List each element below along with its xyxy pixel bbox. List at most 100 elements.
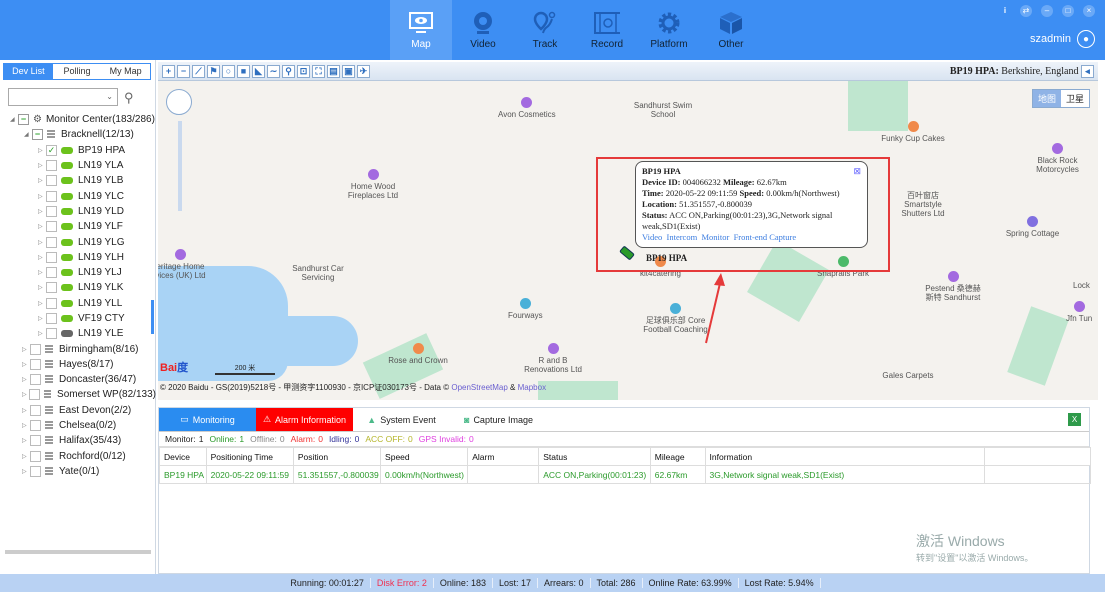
column-header[interactable]: Status (538, 447, 651, 466)
checkbox[interactable] (46, 251, 57, 263)
tree-node[interactable]: ▷ Yate(0/1) (0, 464, 156, 479)
fullscreen-icon[interactable]: ⛶ (312, 64, 325, 78)
column-header[interactable]: Speed (380, 447, 469, 466)
expand-arrow-icon[interactable]: ▷ (38, 147, 46, 154)
device-search-select[interactable]: ⌄ (8, 88, 118, 106)
checkbox[interactable] (29, 389, 40, 401)
checkbox[interactable] (30, 374, 41, 386)
checkbox[interactable] (46, 297, 57, 309)
nav-platform[interactable]: Platform (638, 0, 700, 60)
checkbox[interactable] (30, 435, 41, 447)
tree-node[interactable]: ▷ Halifax(35/43) (0, 433, 156, 448)
expand-arrow-icon[interactable]: ▷ (38, 162, 46, 169)
nav-video[interactable]: Video (452, 0, 514, 60)
tree-node[interactable]: ▷ LN19 YLB (0, 173, 156, 188)
intercom-link[interactable]: Intercom (667, 232, 698, 242)
expand-arrow-icon[interactable]: ◢ (10, 116, 18, 123)
checkbox[interactable]: − (18, 114, 29, 126)
column-header[interactable]: Position (292, 447, 382, 466)
checkbox[interactable] (46, 267, 57, 279)
tree-node[interactable]: ▷ Doncaster(36/47) (0, 372, 156, 387)
tree-node[interactable]: ▷ LN19 YLC (0, 188, 156, 203)
tree-node[interactable]: ◢ − ⚙ Monitor Center(183/286) (0, 112, 156, 127)
nav-track[interactable]: Track (514, 0, 576, 60)
nav-map[interactable]: Map (390, 0, 452, 60)
expand-arrow-icon[interactable]: ▷ (38, 330, 46, 337)
tree-node[interactable]: ▷ LN19 YLF (0, 219, 156, 234)
expand-arrow-icon[interactable]: ▷ (22, 361, 30, 368)
expand-arrow-icon[interactable]: ▷ (38, 208, 46, 215)
polygon-icon[interactable]: ◣ (252, 64, 265, 78)
expand-arrow-icon[interactable]: ▷ (22, 437, 30, 444)
capture-link[interactable]: Front-end Capture (734, 232, 797, 242)
expand-arrow-icon[interactable]: ▷ (38, 193, 46, 200)
checkbox[interactable] (46, 236, 57, 248)
checkbox[interactable] (46, 221, 57, 233)
tree-node[interactable]: ▷ Hayes(8/17) (0, 357, 156, 372)
expand-arrow-icon[interactable]: ▷ (38, 177, 46, 184)
tree-node[interactable]: ▷ LN19 YLD (0, 204, 156, 219)
expand-arrow-icon[interactable]: ▷ (38, 254, 46, 261)
avatar-icon[interactable]: ● (1077, 30, 1095, 48)
flag-icon[interactable]: ⚑ (207, 64, 220, 78)
expand-arrow-icon[interactable]: ▷ (22, 468, 30, 475)
checkbox[interactable] (46, 205, 57, 217)
close-icon[interactable]: ⊠ (853, 166, 861, 177)
nav-other[interactable]: Other (700, 0, 762, 60)
checkbox[interactable] (46, 190, 57, 202)
column-header[interactable]: Alarm (467, 447, 540, 466)
tab-polling[interactable]: Polling (53, 64, 102, 79)
tree-node[interactable]: ▷ Somerset WP(82/133) (0, 387, 156, 402)
checkbox[interactable] (46, 160, 57, 172)
column-header[interactable]: Positioning Time (205, 447, 294, 466)
tree-node[interactable]: ▷ LN19 YLJ (0, 265, 156, 280)
window-icon[interactable]: ▣ (342, 64, 355, 78)
column-header[interactable]: Device (159, 447, 207, 466)
checkbox[interactable] (30, 404, 41, 416)
bird-icon[interactable]: ✈ (357, 64, 370, 78)
tree-node[interactable]: ▷ LN19 YLH (0, 250, 156, 265)
osm-link[interactable]: OpenStreetMap (451, 383, 507, 392)
zoom-in-icon[interactable]: + (162, 64, 175, 78)
table-row[interactable]: BP19 HPA 2020-05-22 09:11:59 51.351557,-0.… (159, 465, 1091, 484)
expand-arrow-icon[interactable]: ▷ (22, 376, 30, 383)
tree-node[interactable]: ▷ LN19 YLL (0, 296, 156, 311)
search-region-icon[interactable]: ⊡ (297, 64, 310, 78)
tree-node[interactable]: ▷ ✓ BP19 HPA (0, 143, 156, 158)
nav-record[interactable]: Record (576, 0, 638, 60)
tree-node[interactable]: ▷ Rochford(0/12) (0, 449, 156, 464)
tree-node[interactable]: ▷ Birmingham(8/16) (0, 341, 156, 356)
expand-arrow-icon[interactable]: ▷ (22, 346, 30, 353)
tree-node[interactable]: ▷ VF19 CTY (0, 311, 156, 326)
expand-arrow-icon[interactable]: ▷ (38, 223, 46, 230)
circle-icon[interactable]: ○ (222, 64, 235, 78)
expand-arrow-icon[interactable]: ▷ (22, 391, 29, 398)
video-link[interactable]: Video (642, 232, 662, 242)
checkbox[interactable]: − (32, 129, 43, 141)
search-icon[interactable]: ⚲ (124, 90, 134, 106)
expand-arrow-icon[interactable]: ◢ (24, 131, 32, 138)
expand-arrow-icon[interactable]: ▷ (22, 407, 30, 414)
checkbox[interactable] (46, 175, 57, 187)
checkbox[interactable] (30, 358, 41, 370)
tab-my-map[interactable]: My Map (101, 64, 150, 79)
tab-dev-list[interactable]: Dev List (4, 64, 53, 79)
map-canvas[interactable]: 地图 卫星 Avon Cosmetics Sandhurst Swim Schoo… (158, 81, 1098, 400)
checkbox[interactable] (46, 328, 57, 340)
line-icon[interactable]: ∼ (267, 64, 280, 78)
zoom-out-icon[interactable]: − (177, 64, 190, 78)
expand-arrow-icon[interactable]: ▷ (38, 300, 46, 307)
expand-arrow-icon[interactable]: ▷ (38, 269, 46, 276)
user-menu[interactable]: szadmin ● (1030, 30, 1095, 48)
pan-control[interactable] (166, 89, 192, 115)
checkbox[interactable] (46, 313, 57, 324)
rectangle-icon[interactable]: ■ (237, 64, 250, 78)
expand-arrow-icon[interactable]: ▷ (22, 453, 30, 460)
tab-monitoring[interactable]: ▭ Monitoring (159, 408, 256, 431)
tree-node[interactable]: ▷ LN19 YLA (0, 158, 156, 173)
tree-node[interactable]: ▷ Chelsea(0/2) (0, 418, 156, 433)
mapbox-link[interactable]: Mapbox (518, 383, 546, 392)
horizontal-scrollbar[interactable] (5, 550, 151, 554)
close-icon[interactable]: × (1083, 5, 1095, 17)
tree-scrollbar[interactable] (151, 300, 154, 334)
